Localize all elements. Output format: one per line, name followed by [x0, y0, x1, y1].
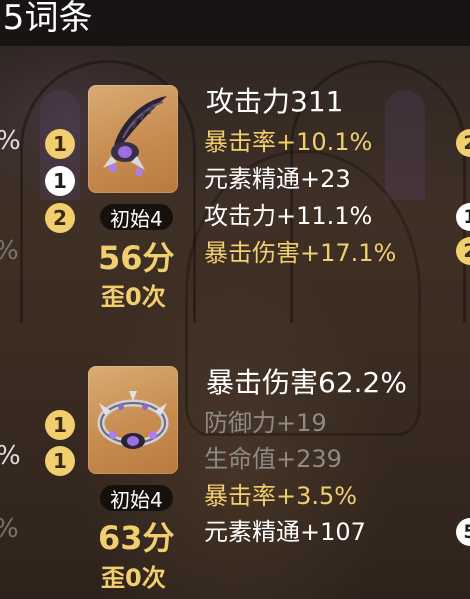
edge-left-text-4: %: [0, 514, 19, 544]
off-roll-count: 歪0次: [101, 283, 166, 311]
substat-elemental-mastery: 元素精通+107: [204, 518, 366, 546]
substat-crit-damage: 暴击伤害+17.1%: [204, 239, 397, 267]
substat-crit-rate: 暴击率+10.1%: [204, 128, 373, 156]
roll-count-circle: 1: [45, 446, 75, 476]
initial-substats-badge: 初始4: [100, 204, 173, 231]
roll-count-circle: 1: [45, 410, 75, 440]
off-roll-count: 歪0次: [101, 564, 166, 592]
artifact-score: 56分: [98, 239, 175, 277]
edge-left-text-2: %: [0, 236, 19, 266]
roll-count-circle: 1: [45, 166, 75, 196]
substat-atk-percent: 攻击力+11.1%: [204, 202, 373, 230]
initial-substats-badge: 初始4: [100, 485, 173, 512]
page-title: .5词条: [0, 0, 93, 38]
plume-artifact-icon[interactable]: [88, 85, 178, 193]
circlet-artifact-icon[interactable]: [88, 366, 178, 474]
title-bar: .5词条: [0, 0, 470, 46]
edge-left-text-3: %: [0, 441, 21, 471]
main-stat: 攻击力311: [206, 85, 344, 118]
substat-hp-flat: 生命值+239: [204, 445, 342, 473]
edge-left-text-1: %: [0, 126, 21, 156]
roll-count-circle: 1: [45, 129, 75, 159]
substat-crit-rate: 暴击率+3.5%: [204, 482, 358, 510]
substat-def-flat: 防御力+19: [204, 409, 327, 437]
main-stat: 暴击伤害62.2%: [206, 366, 407, 399]
roll-count-circle: 2: [45, 203, 75, 233]
artifact-score: 63分: [98, 519, 175, 557]
substat-elemental-mastery: 元素精通+23: [204, 165, 351, 193]
